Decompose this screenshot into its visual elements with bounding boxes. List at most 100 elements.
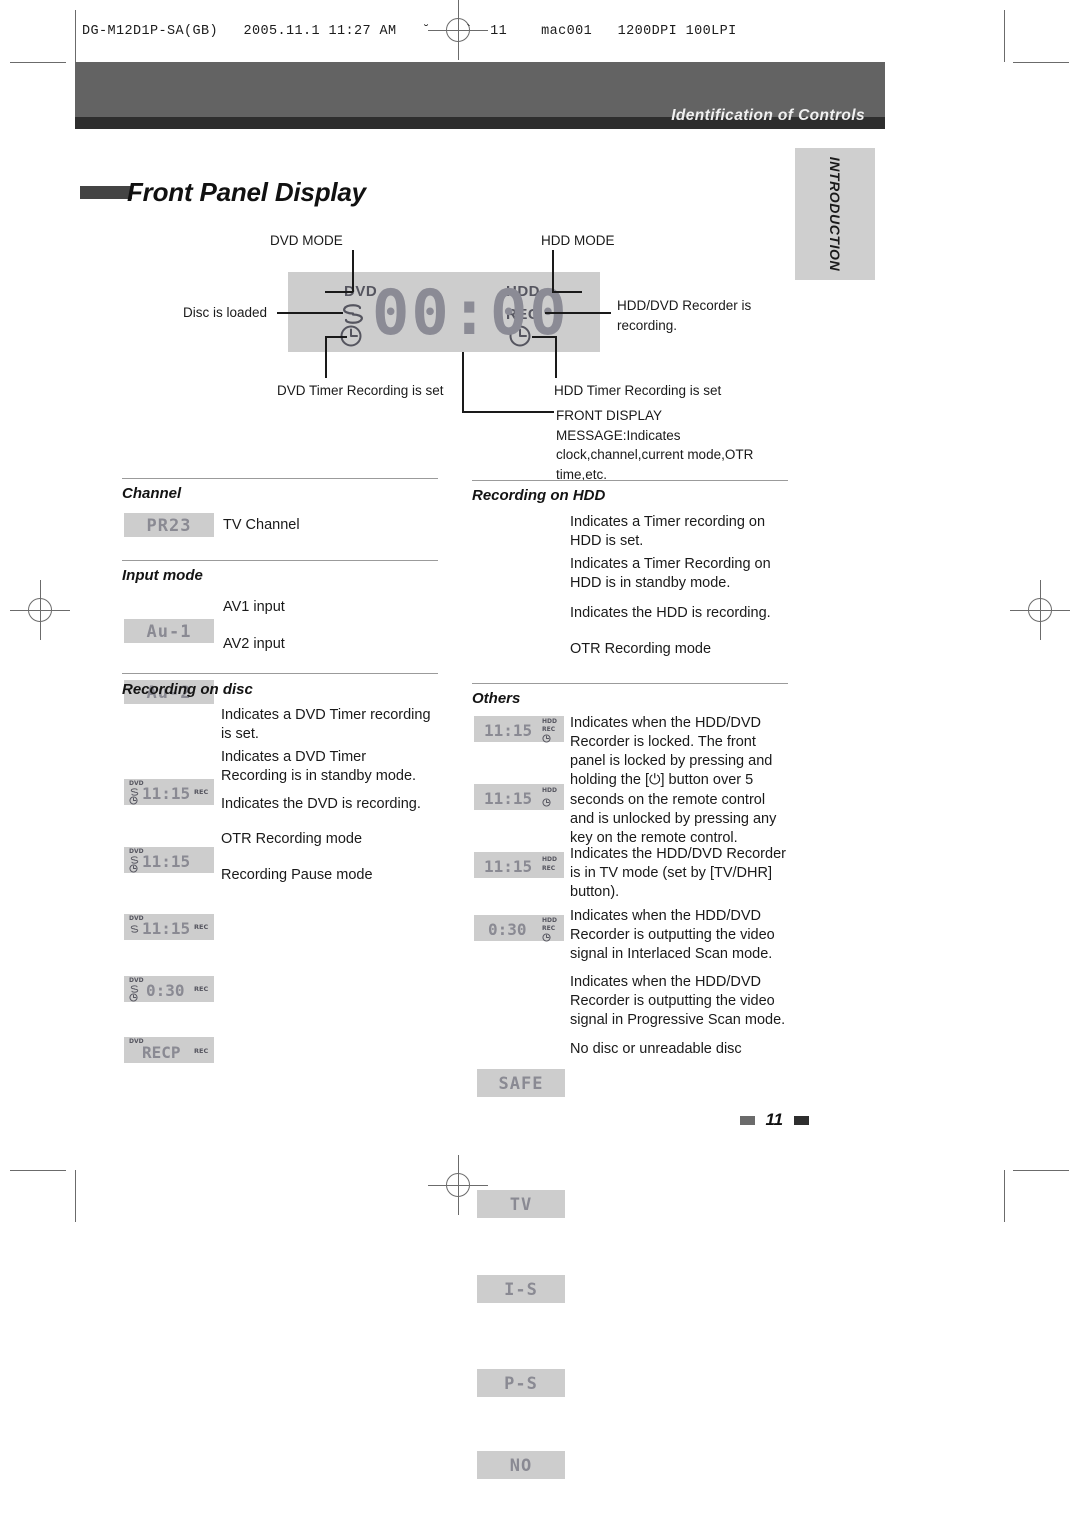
- disc-icon: [130, 788, 139, 796]
- crop-mark-bottom-right-h: [1013, 1170, 1069, 1171]
- clock-icon: [129, 993, 138, 1002]
- desc-others-safe: Indicates when the HDD/DVD Recorder is l…: [570, 715, 777, 846]
- badge-hdd-timer-standby: 11:15 HDD: [474, 784, 564, 810]
- callout-front-display-message: FRONT DISPLAY MESSAGE:Indicates clock,ch…: [556, 408, 754, 482]
- divider-channel: [122, 478, 438, 479]
- page-footer: 11: [740, 1110, 809, 1130]
- callout-dvd-timer: DVD Timer Recording is set: [277, 383, 444, 398]
- desc-others-interlaced: Indicates when the HDD/DVD Recorder is o…: [570, 908, 775, 963]
- section-tab-label: INTRODUCTION: [827, 156, 843, 272]
- badge-display-text: I-S: [504, 1280, 538, 1300]
- page-title: Front Panel Display: [127, 177, 366, 207]
- badge-display-text: Au-1: [146, 622, 192, 642]
- badge-display-text: 0:30: [146, 981, 185, 1000]
- badge-tag-rec: REC: [542, 865, 556, 872]
- badge-others-no-disc: NO: [477, 1451, 565, 1479]
- badge-disc-timer-standby: DVD 11:15: [124, 847, 214, 873]
- badge-others-tv: TV: [477, 1190, 565, 1218]
- clock-icon: [542, 933, 551, 942]
- callout-hdd-mode: HDD MODE: [541, 233, 615, 248]
- badge-hdd-timer-set: 11:15 HDD REC: [474, 716, 564, 743]
- badge-display-text: PR23: [146, 516, 192, 536]
- divider-others: [472, 683, 788, 684]
- panel-digits: 00:00: [372, 276, 569, 349]
- leader-dvd-timer-v: [325, 336, 327, 378]
- badge-tag-hdd: HDD: [542, 787, 557, 794]
- badge-display-text: RECP: [142, 1043, 181, 1062]
- badge-tag-hdd: HDD: [542, 917, 557, 924]
- desc-hdd-otr: OTR Recording mode: [570, 641, 712, 657]
- desc-hdd-timer-standby: Indicates a Timer Recording on HDD is in…: [570, 556, 771, 592]
- callout-dvd-mode: DVD MODE: [270, 233, 343, 248]
- badge-channel-pr23: PR23: [124, 513, 214, 537]
- callout-recording: HDD/DVD Recorder is recording.: [617, 298, 752, 333]
- desc-disc-timer-standby: Indicates a DVD Timer Recording is in st…: [221, 749, 417, 785]
- desc-disc-otr: OTR Recording mode: [221, 831, 363, 847]
- badge-display-text: NO: [509, 1456, 533, 1476]
- leader-dvd-timer-h: [325, 336, 347, 338]
- heading-recording-on-disc: Recording on disc: [122, 681, 253, 698]
- badge-others-progressive: P-S: [477, 1369, 565, 1397]
- leader-disc-loaded: [277, 312, 343, 314]
- leader-recording: [545, 312, 611, 314]
- page-number: 11: [765, 1110, 784, 1129]
- divider-recording-on-hdd: [472, 480, 788, 481]
- desc-input-av2: AV2 input: [223, 636, 285, 652]
- desc-others-progressive: Indicates when the HDD/DVD Recorder is o…: [570, 974, 786, 1029]
- crop-mark-bottom-left-h: [10, 1170, 66, 1171]
- badge-tag-hdd: HDD: [542, 856, 557, 863]
- desc-others-tv: Indicates the HDD/DVD Recorder is in TV …: [570, 846, 786, 901]
- crop-mark-top-left-h: [10, 62, 66, 63]
- leader-dvd-mode-v: [352, 250, 354, 292]
- badge-disc-otr: DVD 0:30 REC: [124, 976, 214, 1002]
- heading-input-mode: Input mode: [122, 567, 203, 584]
- badge-tag-rec: REC: [194, 788, 209, 796]
- prepress-slug: DG-M12D1P-SA(GB) 2005.11.1 11:27 AM ˘ ` …: [82, 24, 737, 39]
- badge-tag-dvd: DVD: [129, 977, 144, 984]
- title-bullet-icon: [80, 186, 132, 199]
- clock-icon: [542, 734, 551, 743]
- heading-channel: Channel: [122, 485, 182, 502]
- badge-display-text: P-S: [504, 1374, 538, 1394]
- leader-dvd-mode-h: [325, 291, 353, 293]
- badge-display-text: SAFE: [498, 1074, 544, 1094]
- leader-hdd-mode-h: [552, 291, 582, 293]
- desc-disc-timer-set: Indicates a DVD Timer recording is set.: [221, 707, 431, 743]
- desc-input-av1: AV1 input: [223, 599, 285, 615]
- badge-tag-rec: REC: [542, 726, 556, 733]
- clock-icon: [129, 796, 138, 805]
- divider-input-mode: [122, 560, 438, 561]
- badge-disc-rec-pause: DVD RECP REC: [124, 1037, 214, 1063]
- crop-mark-top-left-v: [75, 10, 76, 62]
- leader-hdd-mode-v: [552, 250, 554, 292]
- crop-mark-bottom-left-v: [75, 1170, 76, 1222]
- disc-icon: [130, 985, 139, 993]
- leader-front-msg-h: [462, 411, 554, 413]
- badge-others-interlaced: I-S: [477, 1275, 565, 1303]
- desc-others-no-disc: No disc or unreadable disc: [570, 1041, 742, 1057]
- disc-icon: [343, 304, 363, 324]
- footer-square-right-icon: [793, 1116, 809, 1126]
- section-tab-introduction: INTRODUCTION: [795, 148, 875, 280]
- badge-input-av1: Au-1: [124, 619, 214, 643]
- disc-icon: [130, 856, 139, 864]
- badge-tag-rec: REC: [194, 923, 209, 931]
- callout-disc-loaded: Disc is loaded: [183, 305, 268, 320]
- footer-square-left-icon: [740, 1116, 755, 1126]
- crop-mark-bottom-right-v: [1004, 1170, 1005, 1222]
- badge-tag-rec: REC: [194, 985, 209, 993]
- registration-mark-left: [10, 580, 70, 640]
- badge-display-text: 11:15: [484, 721, 533, 740]
- desc-disc-recording: Indicates the DVD is recording.: [221, 796, 421, 812]
- badge-display-text: 11:15: [484, 789, 533, 808]
- badge-display-text: 0:30: [488, 920, 527, 939]
- badge-disc-timer-set: DVD 11:15 REC: [124, 779, 214, 805]
- leader-front-msg-v: [462, 352, 464, 412]
- desc-hdd-recording: Indicates the HDD is recording.: [570, 605, 771, 621]
- clock-icon: [129, 864, 138, 873]
- leader-hdd-timer-h: [532, 336, 556, 338]
- badge-hdd-otr: 0:30 HDD REC: [474, 915, 564, 942]
- registration-mark-right: [1010, 580, 1070, 640]
- desc-disc-rec-pause: Recording Pause mode: [221, 867, 373, 883]
- badge-hdd-recording: 11:15 HDD REC: [474, 852, 564, 878]
